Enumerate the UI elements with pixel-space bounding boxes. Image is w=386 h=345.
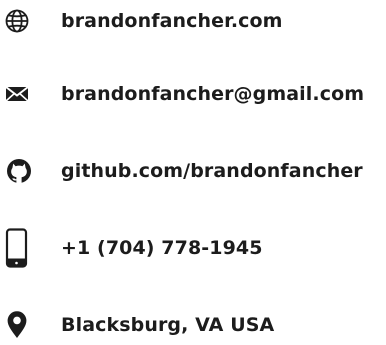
contact-github[interactable]: github.com/brandonfancher — [0, 151, 386, 191]
phone-number[interactable]: +1 (704) 778-1945 — [61, 237, 263, 259]
contact-website[interactable]: brandonfancher.com — [0, 1, 386, 41]
github-link[interactable]: github.com/brandonfancher — [61, 160, 363, 182]
mobile-phone-icon — [0, 228, 44, 268]
envelope-icon — [0, 74, 44, 114]
github-icon — [0, 151, 44, 191]
location-text: Blacksburg, VA USA — [61, 314, 275, 336]
contact-phone[interactable]: +1 (704) 778-1945 — [0, 228, 386, 268]
email-link[interactable]: brandonfancher@gmail.com — [61, 83, 364, 105]
globe-icon — [0, 1, 44, 41]
map-pin-icon — [0, 305, 44, 345]
contact-email[interactable]: brandonfancher@gmail.com — [0, 74, 386, 114]
contact-list: brandonfancher.com brandonfancher@gmail.… — [0, 0, 386, 339]
website-link[interactable]: brandonfancher.com — [61, 10, 283, 32]
contact-location: Blacksburg, VA USA — [0, 305, 386, 345]
